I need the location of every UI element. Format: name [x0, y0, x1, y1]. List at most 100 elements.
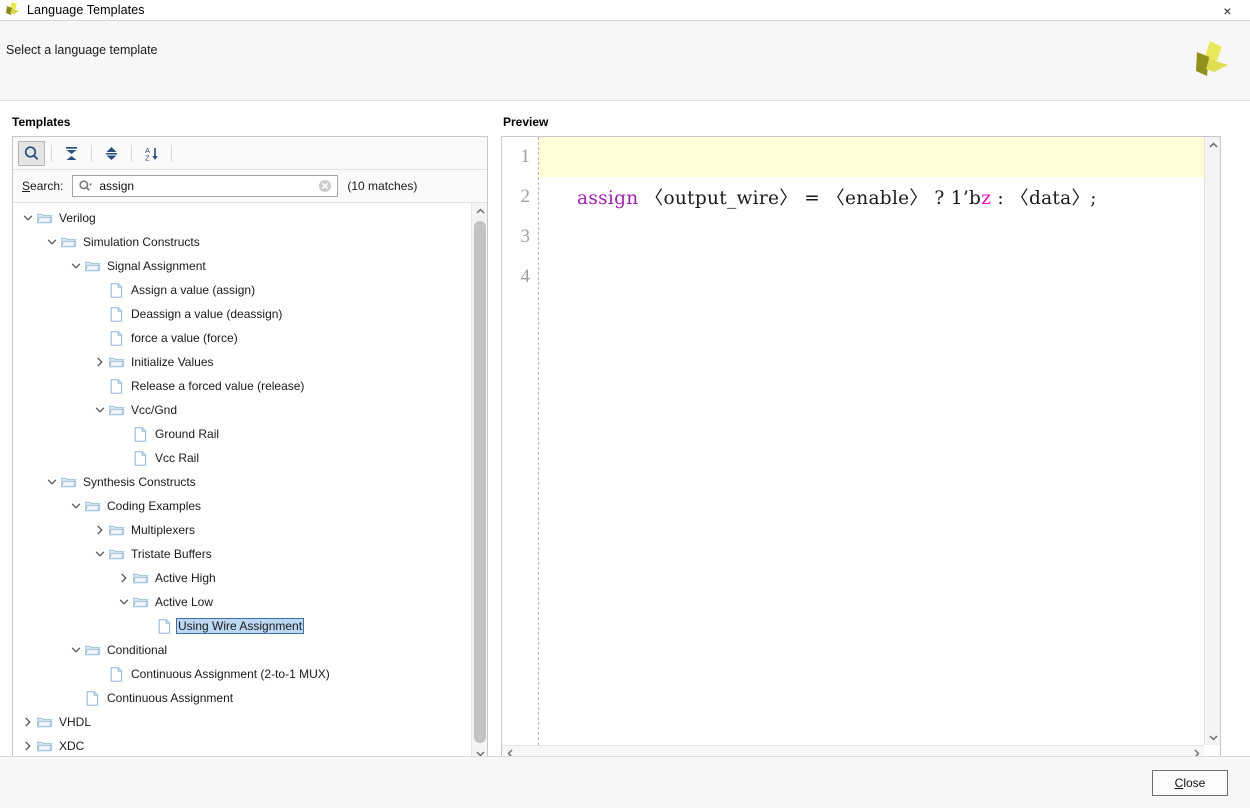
line-number: 1: [520, 146, 531, 167]
tree-rows-container: Verilog Simulation Constructs Signal Assig…: [13, 203, 471, 761]
chevron-down-icon[interactable]: [69, 259, 83, 273]
file-icon: [83, 690, 101, 706]
expand-all-icon: [106, 146, 117, 160]
scroll-up-icon[interactable]: [1205, 137, 1221, 153]
folder-icon: [131, 570, 149, 586]
preview-vertical-scrollbar[interactable]: [1204, 137, 1220, 745]
xilinx-logo-icon: [1184, 35, 1234, 81]
chevron-right-icon[interactable]: [21, 739, 35, 753]
tree-item[interactable]: Conditional: [13, 638, 471, 662]
tree-item[interactable]: Continuous Assignment (2-to-1 MUX): [13, 662, 471, 686]
file-icon: [107, 306, 125, 322]
tree-item-label: XDC: [59, 739, 85, 753]
tree-item-label: Continuous Assignment (2-to-1 MUX): [131, 667, 330, 681]
tree-item[interactable]: Active High: [13, 566, 471, 590]
chevron-down-icon[interactable]: [93, 403, 107, 417]
tree-item[interactable]: Synthesis Constructs: [13, 470, 471, 494]
file-icon: [134, 450, 146, 466]
tree-item[interactable]: XDC: [13, 734, 471, 758]
collapse-all-icon: [66, 146, 77, 160]
line-number: 4: [520, 266, 531, 287]
chevron-down-icon[interactable]: [117, 595, 131, 609]
current-line-highlight: [539, 137, 1204, 177]
tree-item[interactable]: Tristate Buffers: [13, 542, 471, 566]
file-icon: [131, 450, 149, 466]
folder-icon: [59, 474, 77, 490]
tree-item-label: force a value (force): [131, 331, 238, 345]
tree-item[interactable]: Ground Rail: [13, 422, 471, 446]
scroll-down-icon[interactable]: [1205, 729, 1221, 745]
magnifier-dropdown-icon: [79, 179, 93, 191]
folder-icon: [36, 741, 52, 751]
search-input-value: assign: [99, 179, 135, 193]
tree-item[interactable]: Assign a value (assign): [13, 278, 471, 302]
folder-icon: [83, 258, 101, 274]
tree-item[interactable]: Simulation Constructs: [13, 230, 471, 254]
toolbar-divider: [51, 144, 52, 162]
chevron-down-icon[interactable]: [21, 211, 35, 225]
tree-item[interactable]: force a value (force): [13, 326, 471, 350]
chevron-down-icon[interactable]: [69, 643, 83, 657]
folder-icon: [60, 237, 76, 247]
tree-item[interactable]: Vcc/Gnd: [13, 398, 471, 422]
tree-item-label: Vcc Rail: [155, 451, 200, 465]
code-text[interactable]: assign 〈output_wire〉 = 〈enable〉 ? 1’bz :…: [532, 184, 1204, 210]
preview-section-label: Preview: [503, 115, 549, 129]
window-close-icon[interactable]: ×: [1205, 0, 1250, 21]
folder-icon: [107, 402, 125, 418]
search-input[interactable]: assign: [72, 175, 339, 197]
folder-icon: [35, 210, 53, 226]
window-title: Language Templates: [27, 3, 145, 17]
tree-item[interactable]: Using Wire Assignment: [13, 614, 471, 638]
tree-item-label: Signal Assignment: [107, 259, 206, 273]
templates-panel: A Z Search: assign (10 matches) Verilog …: [12, 136, 488, 762]
file-icon: [110, 306, 122, 322]
chevron-down-icon[interactable]: [93, 547, 107, 561]
scroll-thumb[interactable]: [474, 221, 486, 743]
chevron-down-icon[interactable]: [69, 499, 83, 513]
tree-item[interactable]: Coding Examples: [13, 494, 471, 518]
chevron-down-icon[interactable]: [45, 235, 59, 249]
tree-item-label: Assign a value (assign): [131, 283, 256, 297]
tree-vertical-scrollbar[interactable]: [471, 203, 487, 761]
scroll-up-icon[interactable]: [472, 203, 487, 219]
tree-item[interactable]: Active Low: [13, 590, 471, 614]
tree-item[interactable]: VHDL: [13, 710, 471, 734]
code-preview-area[interactable]: 1 2 assign 〈output_wire〉 = 〈enable〉 ? 1’bz…: [502, 137, 1204, 745]
dialog-header: Select a language template: [0, 21, 1250, 101]
tree-item[interactable]: Continuous Assignment: [13, 686, 471, 710]
folder-icon: [84, 645, 100, 655]
search-toggle-button[interactable]: [18, 140, 45, 166]
sort-az-button[interactable]: A Z: [138, 141, 165, 166]
tree-item-label: Initialize Values: [131, 355, 214, 369]
tree-item-label: Synthesis Constructs: [83, 475, 196, 489]
tree-item-label: Verilog: [59, 211, 96, 225]
file-icon: [107, 378, 125, 394]
tree-item[interactable]: Multiplexers: [13, 518, 471, 542]
folder-icon: [108, 525, 124, 535]
tree-item[interactable]: Release a forced value (release): [13, 374, 471, 398]
expand-all-button[interactable]: [98, 141, 125, 166]
preview-panel: 1 2 assign 〈output_wire〉 = 〈enable〉 ? 1’bz…: [501, 136, 1221, 762]
templates-tree[interactable]: Verilog Simulation Constructs Signal Assig…: [13, 203, 487, 761]
tree-item[interactable]: Deassign a value (deassign): [13, 302, 471, 326]
chevron-down-icon[interactable]: [45, 475, 59, 489]
chevron-right-icon[interactable]: [93, 355, 107, 369]
folder-icon: [107, 546, 125, 562]
tree-item-label: Active Low: [155, 595, 214, 609]
folder-icon: [84, 261, 100, 271]
tree-item[interactable]: Verilog: [13, 206, 471, 230]
tree-item-label: Conditional: [107, 643, 168, 657]
code-token: 〈output_wire〉 = 〈enable〉 ? 1’b: [638, 188, 982, 209]
close-button[interactable]: Close: [1152, 770, 1228, 796]
chevron-right-icon[interactable]: [117, 571, 131, 585]
tree-item-label: Active High: [155, 571, 216, 585]
chevron-right-icon[interactable]: [21, 715, 35, 729]
collapse-all-button[interactable]: [58, 141, 85, 166]
tree-item[interactable]: Signal Assignment: [13, 254, 471, 278]
tree-item[interactable]: Vcc Rail: [13, 446, 471, 470]
chevron-right-icon[interactable]: [93, 523, 107, 537]
tree-item[interactable]: Initialize Values: [13, 350, 471, 374]
